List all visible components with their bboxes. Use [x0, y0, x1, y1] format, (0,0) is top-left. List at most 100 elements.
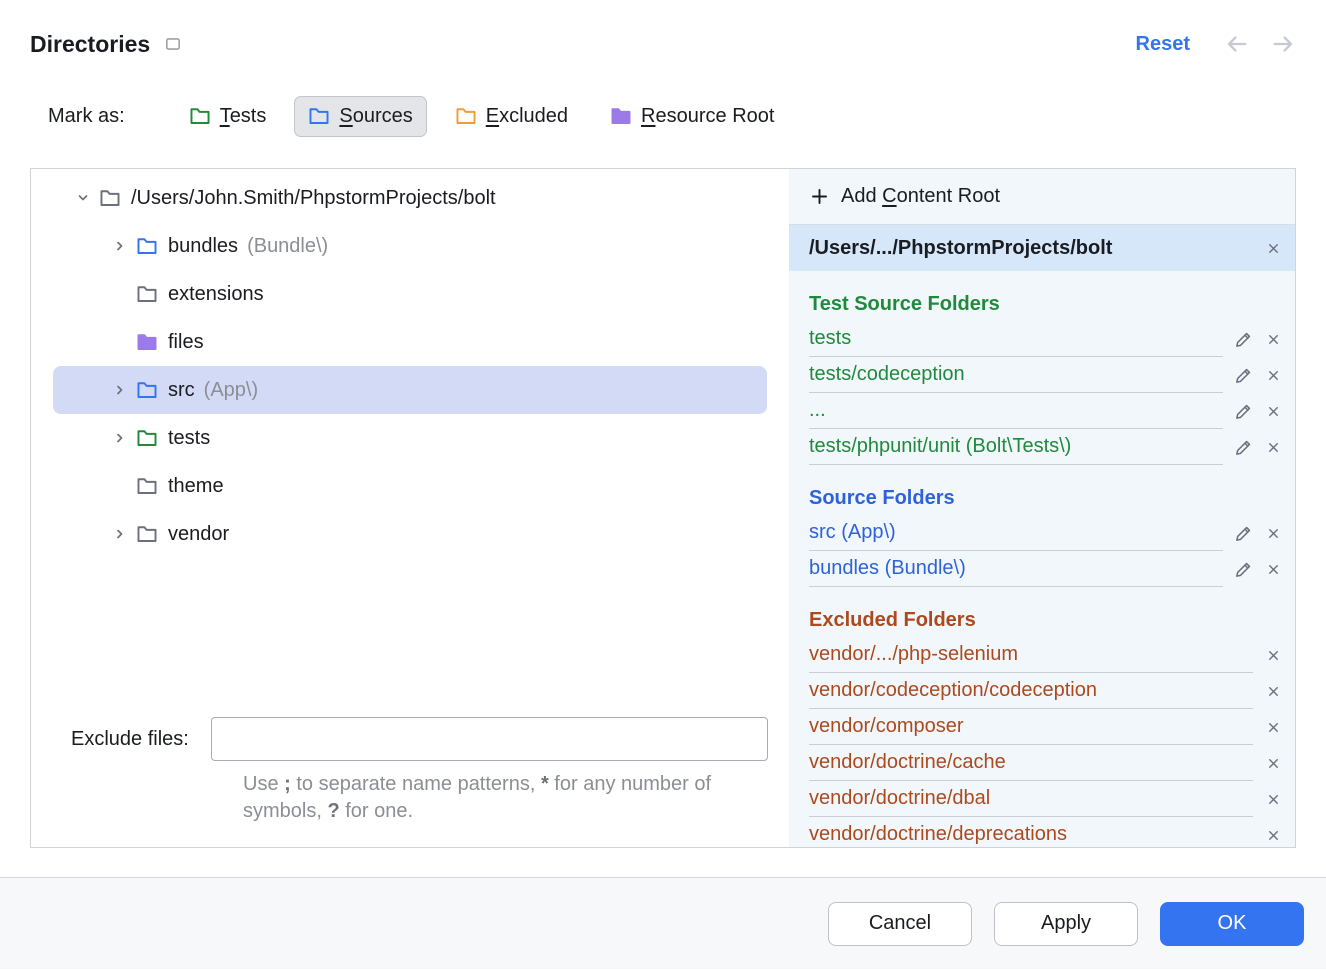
tree-item-package-suffix: (Bundle\): [247, 235, 328, 258]
tree-item-name: bundles: [168, 235, 238, 258]
chevron-slot: [104, 334, 136, 350]
remove-icon[interactable]: [1263, 789, 1283, 809]
remove-icon[interactable]: [1263, 645, 1283, 665]
folder-icon: [136, 283, 158, 305]
page-title: Directories: [30, 31, 150, 58]
folder-path[interactable]: vendor/.../php-selenium: [809, 643, 1018, 666]
apply-button[interactable]: Apply: [994, 902, 1138, 946]
directory-tree-panel: /Users/John.Smith/PhpstormProjects/bolt b…: [31, 169, 789, 847]
chevron-right-icon[interactable]: [104, 526, 136, 542]
chevron-slot: [104, 286, 136, 302]
edit-pencil-icon[interactable]: [1233, 523, 1253, 543]
folder-path[interactable]: vendor/doctrine/cache: [809, 751, 1006, 774]
add-content-root-label: Add Content Root: [841, 185, 1000, 208]
panel-toggle-icon[interactable]: [164, 35, 182, 53]
chevron-slot: [104, 478, 136, 494]
folder-icon: [99, 187, 121, 209]
ok-button[interactable]: OK: [1160, 902, 1304, 946]
edit-pencil-icon[interactable]: [1233, 365, 1253, 385]
tree-row[interactable]: /Users/John.Smith/PhpstormProjects/bolt: [53, 174, 767, 222]
forward-arrow-icon[interactable]: [1270, 30, 1298, 58]
tree-item-name: /Users/John.Smith/PhpstormProjects/bolt: [131, 187, 496, 210]
folder-entry: ...: [809, 393, 1283, 429]
mark-as-option-label: Tests: [220, 105, 267, 128]
remove-icon[interactable]: [1263, 559, 1283, 579]
folder-entry: vendor/composer: [809, 709, 1283, 745]
remove-icon[interactable]: [1263, 825, 1283, 845]
sources-folder-icon: [308, 105, 330, 127]
mark-as-excluded-button[interactable]: Excluded: [441, 96, 582, 137]
folder-path[interactable]: vendor/doctrine/deprecations: [809, 823, 1067, 846]
section-title: Test Source Folders: [809, 293, 1283, 316]
remove-icon[interactable]: [1263, 681, 1283, 701]
folder-path[interactable]: tests: [809, 327, 851, 350]
mark-as-option-label: Resource Root: [641, 105, 774, 128]
mark-as-group: Tests Sources Excluded Resource Root: [175, 96, 789, 137]
mnemonic-letter: R: [641, 105, 655, 127]
folder-entry-underline: src (App\): [809, 515, 1223, 551]
reset-link[interactable]: Reset: [1136, 33, 1190, 56]
remove-icon[interactable]: [1263, 401, 1283, 421]
mnemonic-letter: E: [486, 105, 499, 127]
edit-pencil-icon[interactable]: [1233, 437, 1253, 457]
folder-entry: vendor/.../php-selenium: [809, 637, 1283, 673]
chevron-right-icon[interactable]: [104, 430, 136, 446]
folder-icon: [136, 427, 158, 449]
folder-entry: vendor/doctrine/dbal: [809, 781, 1283, 817]
dialog-footer: Cancel Apply OK: [0, 877, 1326, 969]
mnemonic-letter: S: [339, 105, 352, 127]
tree-row[interactable]: src(App\): [53, 366, 767, 414]
remove-icon[interactable]: [1263, 753, 1283, 773]
tree-row[interactable]: vendor: [53, 510, 767, 558]
mark-as-tests-button[interactable]: Tests: [175, 96, 281, 137]
plus-icon: [809, 187, 829, 207]
content-root-row[interactable]: /Users/.../PhpstormProjects/bolt: [789, 225, 1295, 271]
folder-entry-underline: vendor/.../php-selenium: [809, 637, 1253, 673]
folder-path[interactable]: vendor/composer: [809, 715, 964, 738]
folder-entry: tests/phpunit/unit (Bolt\Tests\): [809, 429, 1283, 465]
back-arrow-icon[interactable]: [1222, 30, 1250, 58]
folder-path[interactable]: vendor/doctrine/dbal: [809, 787, 990, 810]
exclude-files-input[interactable]: [211, 717, 768, 761]
folder-icon: [136, 379, 158, 401]
folder-entry-underline: tests/phpunit/unit (Bolt\Tests\): [809, 429, 1223, 465]
remove-icon[interactable]: [1263, 437, 1283, 457]
add-content-root-button[interactable]: Add Content Root: [789, 169, 1295, 225]
remove-icon[interactable]: [1263, 523, 1283, 543]
mark-as-label: Mark as:: [48, 105, 125, 128]
tree-row[interactable]: files: [53, 318, 767, 366]
tree-row[interactable]: bundles (Bundle\): [53, 222, 767, 270]
folder-path[interactable]: bundles (Bundle\): [809, 557, 966, 580]
chevron-right-icon[interactable]: [104, 238, 136, 254]
folder-entry-underline: vendor/doctrine/cache: [809, 745, 1253, 781]
remove-icon[interactable]: [1263, 365, 1283, 385]
folder-entry: bundles (Bundle\): [809, 551, 1283, 587]
cancel-button[interactable]: Cancel: [828, 902, 972, 946]
folder-path[interactable]: vendor/codeception/codeception: [809, 679, 1097, 702]
remove-icon[interactable]: [1263, 717, 1283, 737]
folder-path[interactable]: ...: [809, 399, 826, 422]
edit-pencil-icon[interactable]: [1233, 559, 1253, 579]
edit-pencil-icon[interactable]: [1233, 401, 1253, 421]
folder-icon: [136, 331, 158, 353]
folder-icon: [136, 475, 158, 497]
edit-pencil-icon[interactable]: [1233, 329, 1253, 349]
exclude-files-section: Exclude files: Use ; to separate name pa…: [31, 717, 789, 847]
tree-row[interactable]: tests: [53, 414, 767, 462]
tree-row[interactable]: extensions: [53, 270, 767, 318]
tree-row[interactable]: theme: [53, 462, 767, 510]
folder-entry: tests/codeception: [809, 357, 1283, 393]
chevron-down-icon[interactable]: [67, 190, 99, 206]
dialog-header: Directories Reset: [0, 0, 1326, 66]
mark-as-sources-button[interactable]: Sources: [294, 96, 426, 137]
remove-icon[interactable]: [1263, 329, 1283, 349]
mark-as-resource-root-button[interactable]: Resource Root: [596, 96, 788, 137]
remove-content-root-icon[interactable]: [1263, 238, 1283, 258]
folder-entry-underline: vendor/doctrine/deprecations: [809, 817, 1253, 847]
folder-path[interactable]: tests/codeception: [809, 363, 965, 386]
folder-path[interactable]: src (App\): [809, 521, 896, 544]
chevron-right-icon[interactable]: [104, 382, 136, 398]
tree-item-name: theme: [168, 475, 224, 498]
tree-item-name: src: [168, 379, 195, 402]
folder-path[interactable]: tests/phpunit/unit (Bolt\Tests\): [809, 435, 1071, 458]
